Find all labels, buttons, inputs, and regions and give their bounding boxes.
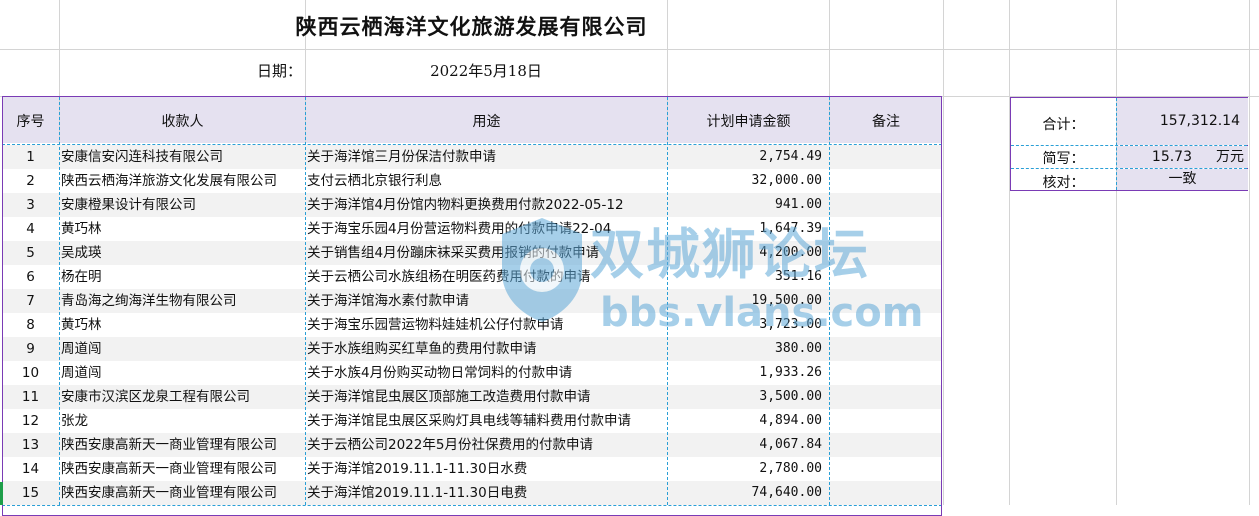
date-value[interactable]: 2022年5月18日 bbox=[305, 60, 667, 81]
short-value: 15.73 bbox=[1151, 149, 1192, 165]
header-note[interactable]: 备注 bbox=[830, 97, 942, 143]
row-payee-cell[interactable]: 张龙 bbox=[61, 409, 304, 433]
row-amount-cell[interactable]: 3,500.00 bbox=[668, 385, 822, 409]
row-payee-cell[interactable]: 安康市汉滨区龙泉工程有限公司 bbox=[61, 385, 304, 409]
row-amount-cell[interactable]: 1,933.26 bbox=[668, 361, 822, 385]
row-seq-cell[interactable]: 5 bbox=[2, 241, 59, 265]
selected-row-marker bbox=[0, 482, 3, 505]
row-note-cell[interactable] bbox=[831, 145, 941, 169]
row-payee-cell[interactable]: 周道闯 bbox=[61, 337, 304, 361]
row-seq-cell[interactable]: 13 bbox=[2, 433, 59, 457]
row-amount-cell[interactable]: 2,780.00 bbox=[668, 457, 822, 481]
row-seq-cell[interactable]: 11 bbox=[2, 385, 59, 409]
row-payee-cell[interactable]: 陕西云栖海洋旅游文化发展有限公司 bbox=[61, 169, 304, 193]
row-seq-cell[interactable]: 14 bbox=[2, 457, 59, 481]
header-purpose[interactable]: 用途 bbox=[306, 97, 667, 143]
row-amount-cell[interactable]: 74,640.00 bbox=[668, 481, 822, 505]
row-purpose-cell[interactable]: 关于海洋馆2019.11.1-11.30日电费 bbox=[307, 481, 667, 505]
check-label: 核对： bbox=[1042, 175, 1085, 191]
row-amount-cell[interactable]: 32,000.00 bbox=[668, 169, 822, 193]
row-seq-cell[interactable]: 12 bbox=[2, 409, 59, 433]
row-purpose-cell[interactable]: 关于海洋馆三月份保洁付款申请 bbox=[307, 145, 667, 169]
row-amount-cell[interactable]: 4,894.00 bbox=[668, 409, 822, 433]
total-value[interactable]: 157,312.14 bbox=[1117, 98, 1248, 145]
header-payee[interactable]: 收款人 bbox=[60, 97, 305, 143]
row-seq-cell[interactable]: 10 bbox=[2, 361, 59, 385]
row-divider bbox=[2, 505, 942, 506]
row-seq-cell[interactable]: 3 bbox=[2, 193, 59, 217]
row-note-cell[interactable] bbox=[831, 361, 941, 385]
row-payee-cell[interactable]: 安康信安闪连科技有限公司 bbox=[61, 145, 304, 169]
row-payee-cell[interactable]: 黄巧林 bbox=[61, 217, 304, 241]
row-seq-cell[interactable]: 9 bbox=[2, 337, 59, 361]
row-payee-cell[interactable]: 陕西安康高新天一商业管理有限公司 bbox=[61, 433, 304, 457]
row-purpose-cell[interactable]: 关于云栖公司2022年5月份社保费用的付款申请 bbox=[307, 433, 667, 457]
row-payee-cell[interactable]: 杨在明 bbox=[61, 265, 304, 289]
row-amount-cell[interactable]: 380.00 bbox=[668, 337, 822, 361]
short-value-cell[interactable]: 15.73 万元 bbox=[1117, 146, 1248, 168]
row-payee-cell[interactable]: 周道闯 bbox=[61, 361, 304, 385]
row-payee-cell[interactable]: 吴成瑛 bbox=[61, 241, 304, 265]
row-amount-cell[interactable]: 4,067.84 bbox=[668, 433, 822, 457]
short-label: 简写： bbox=[1042, 151, 1085, 167]
row-payee-cell[interactable]: 青岛海之绚海洋生物有限公司 bbox=[61, 289, 304, 313]
row-seq-cell[interactable]: 1 bbox=[2, 145, 59, 169]
row-purpose-cell[interactable]: 关于水族4月份购买动物日常饲料的付款申请 bbox=[307, 361, 667, 385]
company-title: 陕西云栖海洋文化旅游发展有限公司 bbox=[295, 14, 648, 39]
header-amount[interactable]: 计划申请金额 bbox=[668, 97, 829, 143]
row-purpose-cell[interactable]: 关于海洋馆昆虫展区采购灯具电线等辅料费用付款申请 bbox=[307, 409, 667, 433]
row-amount-cell[interactable]: 2,754.49 bbox=[668, 145, 822, 169]
row-seq-cell[interactable]: 8 bbox=[2, 313, 59, 337]
row-payee-cell[interactable]: 陕西安康高新天一商业管理有限公司 bbox=[61, 481, 304, 505]
row-payee-cell[interactable]: 安康橙果设计有限公司 bbox=[61, 193, 304, 217]
watermark-text: 双城狮论坛 bbox=[590, 223, 870, 286]
header-seq[interactable]: 序号 bbox=[2, 97, 59, 143]
row-seq-cell[interactable]: 2 bbox=[2, 169, 59, 193]
row-note-cell[interactable] bbox=[831, 457, 941, 481]
row-note-cell[interactable] bbox=[831, 481, 941, 505]
row-note-cell[interactable] bbox=[831, 409, 941, 433]
row-note-cell[interactable] bbox=[831, 385, 941, 409]
row-seq-cell[interactable]: 15 bbox=[2, 481, 59, 505]
row-seq-cell[interactable]: 7 bbox=[2, 289, 59, 313]
date-label: 日期： bbox=[256, 62, 302, 80]
row-note-cell[interactable] bbox=[831, 433, 941, 457]
row-payee-cell[interactable]: 黄巧林 bbox=[61, 313, 304, 337]
total-label: 合计： bbox=[1042, 117, 1085, 133]
watermark-url: bbs.vlans.com bbox=[600, 290, 924, 336]
row-seq-cell[interactable]: 6 bbox=[2, 265, 59, 289]
watermark-logo-icon bbox=[496, 214, 588, 326]
row-seq-cell[interactable]: 4 bbox=[2, 217, 59, 241]
row-purpose-cell[interactable]: 支付云栖北京银行利息 bbox=[307, 169, 667, 193]
row-payee-cell[interactable]: 陕西安康高新天一商业管理有限公司 bbox=[61, 457, 304, 481]
row-purpose-cell[interactable]: 关于海洋馆昆虫展区顶部施工改造费用付款申请 bbox=[307, 385, 667, 409]
short-unit: 万元 bbox=[1216, 149, 1244, 165]
row-note-cell[interactable] bbox=[831, 337, 941, 361]
row-note-cell[interactable] bbox=[831, 169, 941, 193]
check-value[interactable]: 一致 bbox=[1117, 169, 1248, 190]
row-purpose-cell[interactable]: 关于海洋馆2019.11.1-11.30日水费 bbox=[307, 457, 667, 481]
row-purpose-cell[interactable]: 关于水族组购买红草鱼的费用付款申请 bbox=[307, 337, 667, 361]
